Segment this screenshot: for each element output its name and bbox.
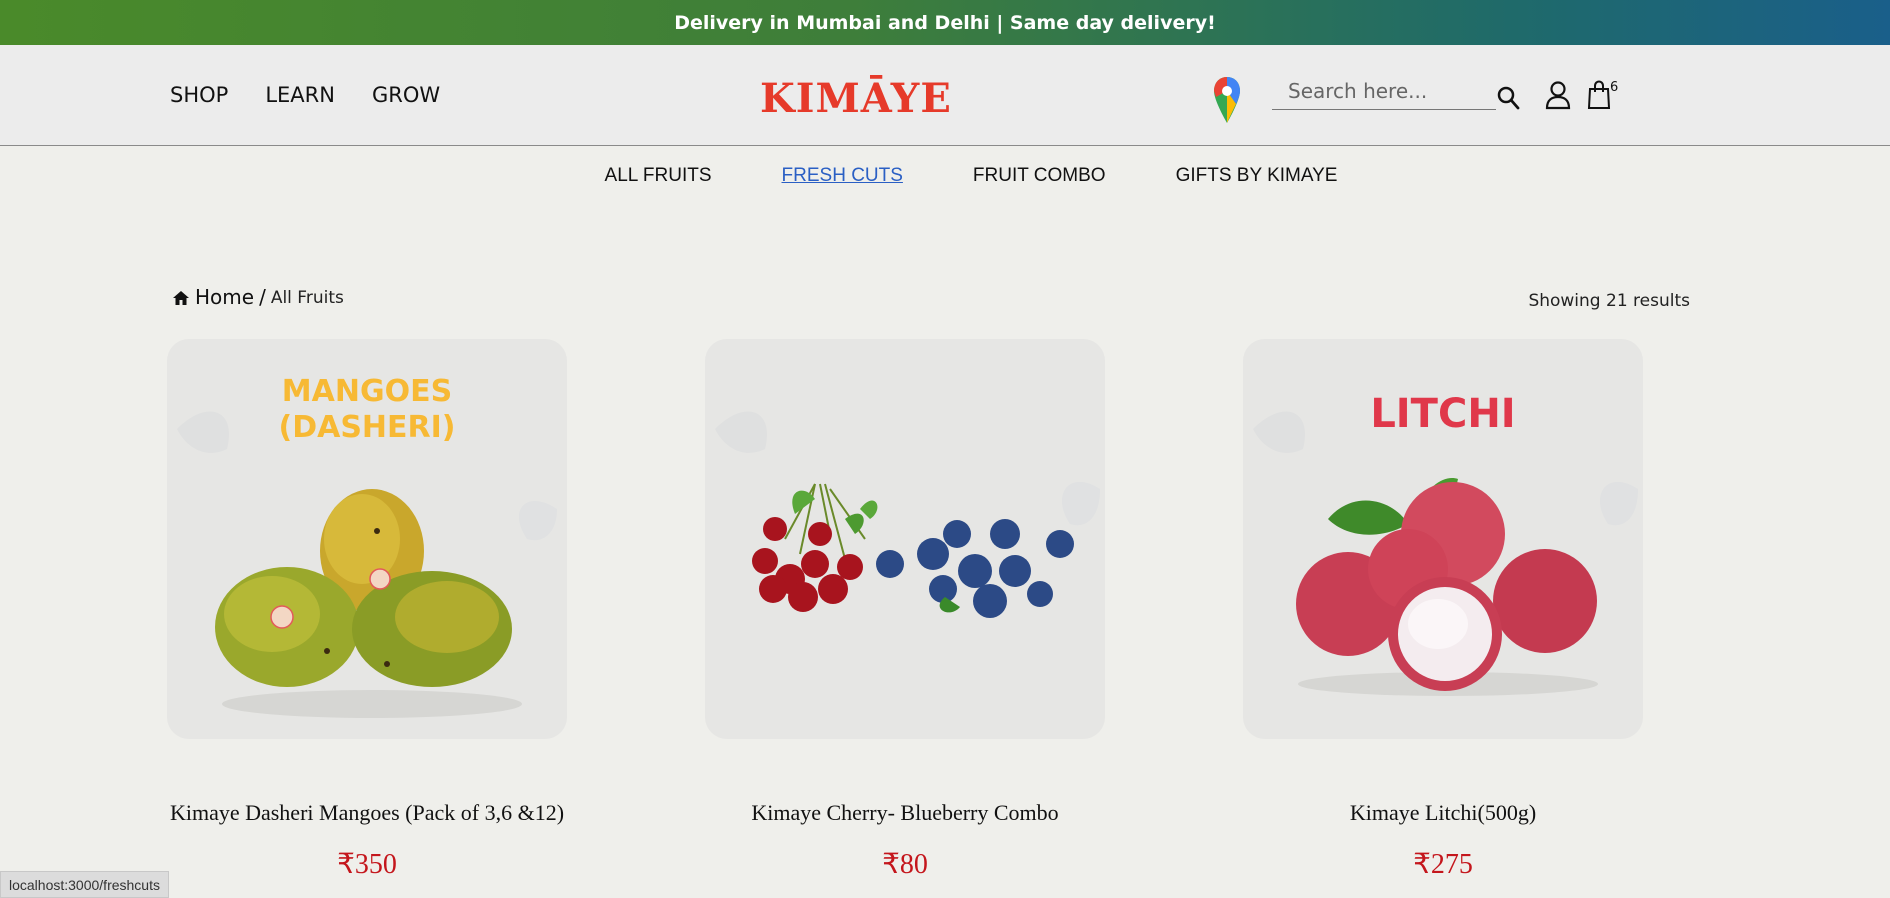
product-image[interactable] (705, 339, 1105, 739)
svg-text:(DASHERI): (DASHERI) (278, 410, 455, 445)
browser-status-url: localhost:3000/freshcuts (0, 871, 169, 898)
svg-text:MANGOES: MANGOES (282, 374, 452, 409)
nav-grow[interactable]: GROW (372, 83, 440, 107)
breadcrumb-current: All Fruits (270, 288, 344, 308)
product-price: ₹350 (337, 849, 397, 880)
product-price: ₹80 (882, 849, 928, 880)
product-image[interactable]: MANGOES (DASHERI) (167, 339, 567, 739)
search-input[interactable] (1272, 75, 1496, 107)
search-box (1272, 75, 1496, 110)
category-nav: ALL FRUITS FRESH CUTS FRUIT COMBO GIFTS … (0, 165, 1890, 187)
subnav-gifts[interactable]: GIFTS BY KIMAYE (1176, 165, 1338, 187)
logo-text: KIMĀYE (760, 75, 952, 122)
mango-illustration: MANGOES (DASHERI) (177, 374, 557, 718)
site-logo[interactable]: KIMĀYE (760, 75, 952, 122)
product-name[interactable]: Kimaye Cherry- Blueberry Combo (655, 800, 1155, 826)
site-header: SHOP LEARN GROW KIMĀYE 6 (0, 45, 1890, 146)
map-pin-icon[interactable] (1212, 75, 1242, 125)
subnav-all-fruits[interactable]: ALL FRUITS (605, 165, 712, 187)
main-nav: SHOP LEARN GROW (170, 83, 440, 107)
product-card[interactable]: MANGOES (DASHERI) Kimaye Dasheri Mangoes… (167, 339, 567, 880)
product-price: ₹275 (1413, 849, 1473, 880)
subnav-fruit-combo[interactable]: FRUIT COMBO (973, 165, 1106, 187)
svg-text:LITCHI: LITCHI (1370, 391, 1515, 437)
nav-shop[interactable]: SHOP (170, 83, 228, 107)
shopping-bag-icon[interactable] (1587, 80, 1611, 110)
results-count: Showing 21 results (1528, 291, 1690, 311)
announcement-bar: Delivery in Mumbai and Delhi | Same day … (0, 0, 1890, 45)
breadcrumb: Home / All Fruits (172, 285, 344, 309)
search-icon[interactable] (1496, 85, 1520, 111)
litchi-illustration: LITCHI (1253, 391, 1638, 696)
nav-learn[interactable]: LEARN (265, 83, 335, 107)
breadcrumb-home[interactable]: Home (195, 285, 254, 309)
subnav-fresh-cuts[interactable]: FRESH CUTS (782, 165, 903, 187)
breadcrumb-separator: / (259, 285, 266, 309)
cherry-blueberry-illustration (715, 411, 1100, 618)
announcement-text: Delivery in Mumbai and Delhi | Same day … (674, 11, 1216, 34)
cart-count: 6 (1610, 80, 1619, 95)
home-icon[interactable] (172, 289, 190, 307)
product-card[interactable]: Kimaye Cherry- Blueberry Combo ₹80 (705, 339, 1105, 880)
product-name[interactable]: Kimaye Dasheri Mangoes (Pack of 3,6 &12) (117, 800, 617, 826)
product-image[interactable]: LITCHI (1243, 339, 1643, 739)
product-card[interactable]: LITCHI Kimaye Litchi(500g) ₹275 (1243, 339, 1643, 880)
user-icon[interactable] (1545, 80, 1571, 110)
product-name[interactable]: Kimaye Litchi(500g) (1193, 800, 1693, 826)
